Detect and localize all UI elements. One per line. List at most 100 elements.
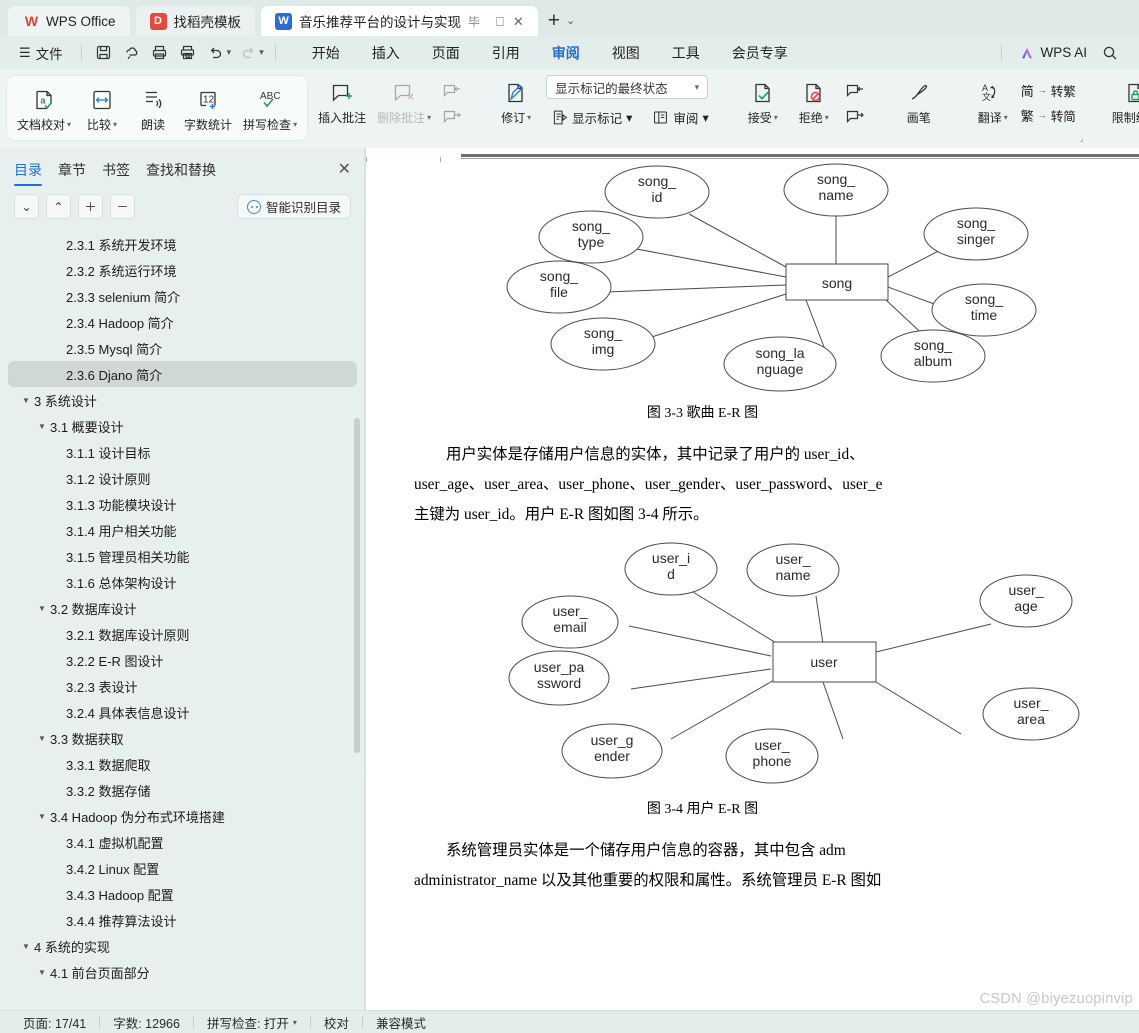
print-icon[interactable] <box>147 41 173 65</box>
chevron-down-icon[interactable]: ▾ <box>113 120 117 129</box>
toc-item[interactable]: ▸3.1.5 管理员相关功能 <box>8 543 357 569</box>
status-proofread[interactable]: 校对 <box>311 1013 362 1032</box>
collapse-triangle-icon[interactable]: ▼ <box>36 422 48 431</box>
more-commands-caret[interactable]: ▾ <box>259 47 264 58</box>
insert-comment-button[interactable]: 插入批注 <box>313 74 371 129</box>
chevron-down-icon[interactable]: ▾ <box>67 120 71 129</box>
save-icon[interactable] <box>91 41 117 65</box>
ribbon-tab-start[interactable]: 开始 <box>299 38 353 68</box>
word-count-button[interactable]: 12 字数统计 <box>179 81 237 136</box>
close-icon[interactable]: ✕ <box>513 15 524 28</box>
toc-item[interactable]: ▸2.3.1 系统开发环境 <box>8 231 357 257</box>
expand-level-button[interactable]: ＋ <box>78 194 103 219</box>
ribbon-tab-insert[interactable]: 插入 <box>359 38 413 68</box>
reject-button[interactable]: 拒绝 ▾ <box>789 74 839 129</box>
status-page[interactable]: 页面: 17/41 <box>10 1013 99 1032</box>
collapse-up-button[interactable]: ⌃ <box>46 194 71 219</box>
collapse-triangle-icon[interactable]: ▼ <box>20 942 32 951</box>
doc-proofread-button[interactable]: a 文档校对 ▾ <box>12 81 76 136</box>
toc-item[interactable]: ▸3.1.4 用户相关功能 <box>8 517 357 543</box>
chevron-down-icon[interactable]: ▾ <box>825 113 829 122</box>
restrict-edit-button[interactable]: 限制编辑 <box>1107 74 1139 129</box>
print-preview-icon[interactable] <box>175 41 201 65</box>
sidebar-scrollbar-thumb[interactable] <box>354 418 360 753</box>
toc-item[interactable]: ▸2.3.6 Djano 简介 <box>8 361 357 387</box>
tab-docer-template[interactable]: D 找稻壳模板 <box>135 6 256 36</box>
chevron-down-icon[interactable]: ▾ <box>293 120 297 129</box>
chevron-down-icon[interactable]: ▾ <box>527 113 531 122</box>
tab-active-document[interactable]: W 音乐推荐平台的设计与实现 毕 ⎕ ✕ <box>261 6 538 36</box>
close-icon[interactable]: ✕ <box>338 162 351 184</box>
to-simplified-button[interactable]: 繁 → 转简 <box>1021 106 1076 125</box>
ribbon-tab-page[interactable]: 页面 <box>419 38 473 68</box>
pen-button[interactable]: 画笔 <box>894 74 944 129</box>
toc-tree[interactable]: ▸2.3.1 系统开发环境▸2.3.2 系统运行环境▸2.3.3 seleniu… <box>0 229 365 1010</box>
prev-change-button[interactable] <box>840 80 870 102</box>
delete-comment-button[interactable]: 删除批注 ▾ <box>372 74 436 129</box>
toc-item[interactable]: ▸3.4.4 推荐算法设计 <box>8 907 357 933</box>
chevron-down-icon[interactable]: ⌄ <box>566 14 575 27</box>
ribbon-tab-view[interactable]: 视图 <box>599 38 653 68</box>
accept-button[interactable]: 接受 ▾ <box>738 74 788 129</box>
sidebar-tab-bookmarks[interactable]: 书签 <box>102 160 130 186</box>
next-change-button[interactable] <box>840 106 870 128</box>
file-menu-button[interactable]: ☰ 文件 <box>10 39 72 67</box>
redo-icon[interactable] <box>235 41 261 65</box>
toc-item[interactable]: ▸3.3.1 数据爬取 <box>8 751 357 777</box>
toc-item[interactable]: ▸3.4.1 虚拟机配置 <box>8 829 357 855</box>
toc-item[interactable]: ▸2.3.4 Hadoop 简介 <box>8 309 357 335</box>
collapse-down-button[interactable]: ⌄ <box>14 194 39 219</box>
translate-button[interactable]: A 文 翻译 ▾ <box>968 74 1018 129</box>
ribbon-tab-reference[interactable]: 引用 <box>479 38 533 68</box>
toc-item[interactable]: ▸3.4.2 Linux 配置 <box>8 855 357 881</box>
compare-button[interactable]: 比较 ▾ <box>77 81 127 136</box>
collapse-triangle-icon[interactable]: ▼ <box>36 968 48 977</box>
undo-icon[interactable] <box>203 41 229 65</box>
document-area[interactable]: song song_ id song_ name song_ type song_ fi… <box>366 148 1139 1010</box>
toc-item[interactable]: ▼ 4.1 前台页面部分 <box>8 959 357 985</box>
collapse-triangle-icon[interactable]: ▼ <box>36 604 48 613</box>
status-spellcheck[interactable]: 拼写检查: 打开 ▾ <box>194 1013 310 1032</box>
restore-icon[interactable]: ⎕ <box>496 15 504 28</box>
toc-item[interactable]: ▸3.1.6 总体架构设计 <box>8 569 357 595</box>
wps-ai-button[interactable]: WPS AI <box>1019 45 1087 61</box>
toc-item[interactable]: ▸3.4.3 Hadoop 配置 <box>8 881 357 907</box>
markup-state-select[interactable]: 显示标记的最终状态 ▾ <box>546 75 709 99</box>
toc-item[interactable]: ▸3.2.3 表设计 <box>8 673 357 699</box>
revise-button[interactable]: 修订 ▾ <box>491 74 541 129</box>
toc-item[interactable]: ▸3.1.3 功能模块设计 <box>8 491 357 517</box>
toc-item[interactable]: ▸3.3.2 数据存储 <box>8 777 357 803</box>
chevron-down-icon[interactable]: ▾ <box>1004 113 1008 122</box>
ribbon-tab-review[interactable]: 审阅 <box>539 38 593 71</box>
ribbon-tab-tools[interactable]: 工具 <box>659 38 713 68</box>
tab-wps-office-home[interactable]: W WPS Office <box>8 6 130 36</box>
ribbon-tab-member[interactable]: 会员专享 <box>719 38 801 68</box>
toc-item[interactable]: ▸2.3.3 selenium 简介 <box>8 283 357 309</box>
collapse-triangle-icon[interactable]: ▼ <box>20 396 32 405</box>
toc-item[interactable]: ▼ 3.4 Hadoop 伪分布式环境搭建 <box>8 803 357 829</box>
toc-item[interactable]: ▼ 3.3 数据获取 <box>8 725 357 751</box>
toc-item[interactable]: ▸2.3.5 Mysql 简介 <box>8 335 357 361</box>
cloud-save-icon[interactable] <box>119 41 145 65</box>
toc-item[interactable]: ▸2.3.2 系统运行环境 <box>8 257 357 283</box>
toc-item[interactable]: ▸3.2.1 数据库设计原则 <box>8 621 357 647</box>
sidebar-tab-chapters[interactable]: 章节 <box>58 160 86 186</box>
toc-item[interactable]: ▼ 4 系统的实现 <box>8 933 357 959</box>
document-page[interactable]: song song_ id song_ name song_ type song_ fi… <box>366 162 1139 1010</box>
undo-dropdown-caret[interactable]: ▾ <box>227 47 232 58</box>
review-pane-button[interactable]: 审阅 ▾ <box>647 105 713 130</box>
status-compat-mode[interactable]: 兼容模式 <box>363 1013 439 1032</box>
chevron-down-icon[interactable]: ▾ <box>774 113 778 122</box>
collapse-triangle-icon[interactable]: ▼ <box>36 734 48 743</box>
toc-item[interactable]: ▸3.2.2 E-R 图设计 <box>8 647 357 673</box>
reduce-level-button[interactable]: － <box>110 194 135 219</box>
toc-item[interactable]: ▼ 3.1 概要设计 <box>8 413 357 439</box>
toc-item[interactable]: ▸3.1.2 设计原则 <box>8 465 357 491</box>
search-icon[interactable] <box>1097 41 1123 65</box>
new-tab-button[interactable]: + <box>548 10 560 31</box>
toc-item[interactable]: ▸3.2.4 具体表信息设计 <box>8 699 357 725</box>
show-markup-button[interactable]: 显示标记 ▾ <box>546 105 637 130</box>
chevron-down-icon[interactable]: ▾ <box>427 113 431 122</box>
next-comment-button[interactable] <box>437 106 467 128</box>
toc-item[interactable]: ▼ 3 系统设计 <box>8 387 357 413</box>
